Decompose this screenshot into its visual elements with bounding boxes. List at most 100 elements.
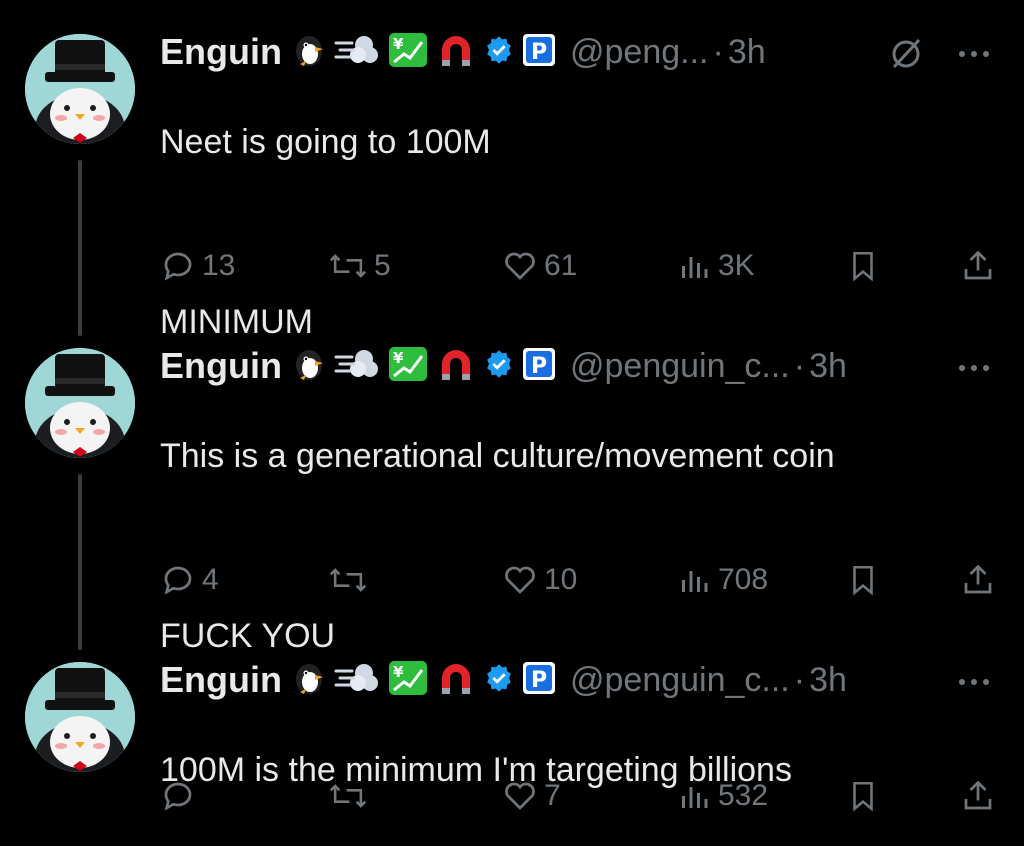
penguin-emoji-icon <box>292 661 326 700</box>
view-count: 532 <box>718 779 769 812</box>
parking-emoji-icon: P <box>522 33 556 72</box>
tweet-text-line: This is a generational culture/movement … <box>160 437 835 475</box>
tweet-text-line: Neet is going to 100M <box>160 123 491 161</box>
avatar[interactable] <box>25 348 135 458</box>
share-icon <box>964 564 992 594</box>
display-name[interactable]: Enguin <box>160 345 282 387</box>
retweet-button[interactable]: 5 <box>328 248 391 284</box>
more-icon[interactable] <box>954 348 994 393</box>
like-button[interactable]: 10 <box>502 562 577 598</box>
reply-count: 4 <box>202 563 219 596</box>
reply-button[interactable] <box>160 778 202 814</box>
timestamp[interactable]: 3h <box>809 347 847 386</box>
view-count: 708 <box>718 563 769 596</box>
handle[interactable]: @penguin_c... <box>570 347 790 386</box>
more-icon[interactable] <box>954 34 994 79</box>
like-count: 7 <box>544 779 561 812</box>
bookmark-icon <box>853 251 873 282</box>
retweet-button[interactable] <box>328 778 374 814</box>
tweet-text: Neet is going to 100M MINIMUM <box>160 82 491 382</box>
thread-line <box>78 474 82 650</box>
views-icon <box>682 787 708 808</box>
svg-text:P: P <box>531 40 547 65</box>
views-button[interactable]: 3K <box>676 248 755 284</box>
display-name[interactable]: Enguin <box>160 659 282 701</box>
dash-emoji-icon <box>334 33 380 72</box>
share-icon <box>964 780 992 810</box>
verified-badge-icon <box>484 663 514 698</box>
like-button[interactable]: 61 <box>502 248 577 284</box>
share-button[interactable] <box>960 778 1002 814</box>
separator: · <box>712 32 724 71</box>
svg-text:P: P <box>531 354 547 379</box>
avatar[interactable] <box>25 662 135 772</box>
timestamp[interactable]: 3h <box>809 661 847 700</box>
chart-yen-emoji-icon: ¥ <box>388 660 428 701</box>
dash-emoji-icon <box>334 347 380 386</box>
verified-badge-icon <box>484 35 514 70</box>
views-icon <box>682 571 708 592</box>
parking-emoji-icon: P <box>522 661 556 700</box>
action-bar: 7 532 <box>160 778 1000 818</box>
svg-text:P: P <box>531 668 547 693</box>
verified-badge-icon <box>484 349 514 384</box>
penguin-emoji-icon <box>292 33 326 72</box>
like-count: 10 <box>544 563 578 596</box>
like-icon <box>505 252 535 280</box>
tweet-text: This is a generational culture/movement … <box>160 396 835 696</box>
separator: · <box>793 346 806 385</box>
avatar[interactable] <box>25 34 135 144</box>
retweet-button[interactable] <box>328 562 374 598</box>
reply-icon <box>164 782 192 811</box>
share-icon <box>964 250 992 280</box>
retweet-icon <box>329 784 367 808</box>
action-bar: 4 10 708 <box>160 562 1000 602</box>
reply-button[interactable]: 13 <box>160 248 235 284</box>
bookmark-button[interactable] <box>846 562 886 598</box>
handle[interactable]: @penguin_c... <box>570 661 790 700</box>
svg-text:¥: ¥ <box>393 349 404 367</box>
dash-emoji-icon <box>334 661 380 700</box>
bookmark-icon <box>853 781 873 812</box>
bookmark-button[interactable] <box>846 248 886 284</box>
magnet-emoji-icon <box>436 660 476 701</box>
share-button[interactable] <box>960 248 1002 284</box>
like-count: 61 <box>544 249 578 282</box>
chart-yen-emoji-icon: ¥ <box>388 32 428 73</box>
tweet-header: Enguin ¥ P @penguin_c... · 3h <box>160 344 847 388</box>
magnet-emoji-icon <box>436 32 476 73</box>
bookmark-button[interactable] <box>846 778 886 814</box>
display-name[interactable]: Enguin <box>160 31 282 73</box>
svg-text:¥: ¥ <box>393 35 404 53</box>
reply-count: 13 <box>202 249 236 282</box>
views-icon <box>682 257 708 278</box>
action-bar: 13 5 61 3K <box>160 248 1000 288</box>
tweet-header: Enguin ¥ P @penguin_c... · 3h <box>160 658 847 702</box>
bookmark-icon <box>853 565 873 596</box>
view-count: 3K <box>718 249 755 282</box>
tweet-header: Enguin ¥ P @peng... · 3h <box>160 30 766 74</box>
penguin-emoji-icon <box>292 347 326 386</box>
tweet-text-line: MINIMUM <box>160 303 313 341</box>
parking-emoji-icon: P <box>522 347 556 386</box>
retweet-count: 5 <box>374 249 391 282</box>
reply-button[interactable]: 4 <box>160 562 219 598</box>
chart-yen-emoji-icon: ¥ <box>388 346 428 387</box>
separator: · <box>793 660 806 699</box>
retweet-icon <box>329 568 367 592</box>
reply-icon <box>164 566 192 595</box>
retweet-icon <box>329 254 367 278</box>
reply-icon <box>164 252 192 281</box>
like-icon <box>505 782 535 810</box>
more-icon[interactable] <box>954 662 994 707</box>
grok-icon[interactable] <box>886 34 926 79</box>
handle[interactable]: @peng... <box>570 33 709 72</box>
svg-text:¥: ¥ <box>393 663 404 681</box>
magnet-emoji-icon <box>436 346 476 387</box>
timestamp[interactable]: 3h <box>728 33 766 72</box>
tweet-text-line: FUCK YOU <box>160 617 336 655</box>
share-button[interactable] <box>960 562 1002 598</box>
views-button[interactable]: 532 <box>676 778 768 814</box>
views-button[interactable]: 708 <box>676 562 768 598</box>
like-button[interactable]: 7 <box>502 778 561 814</box>
